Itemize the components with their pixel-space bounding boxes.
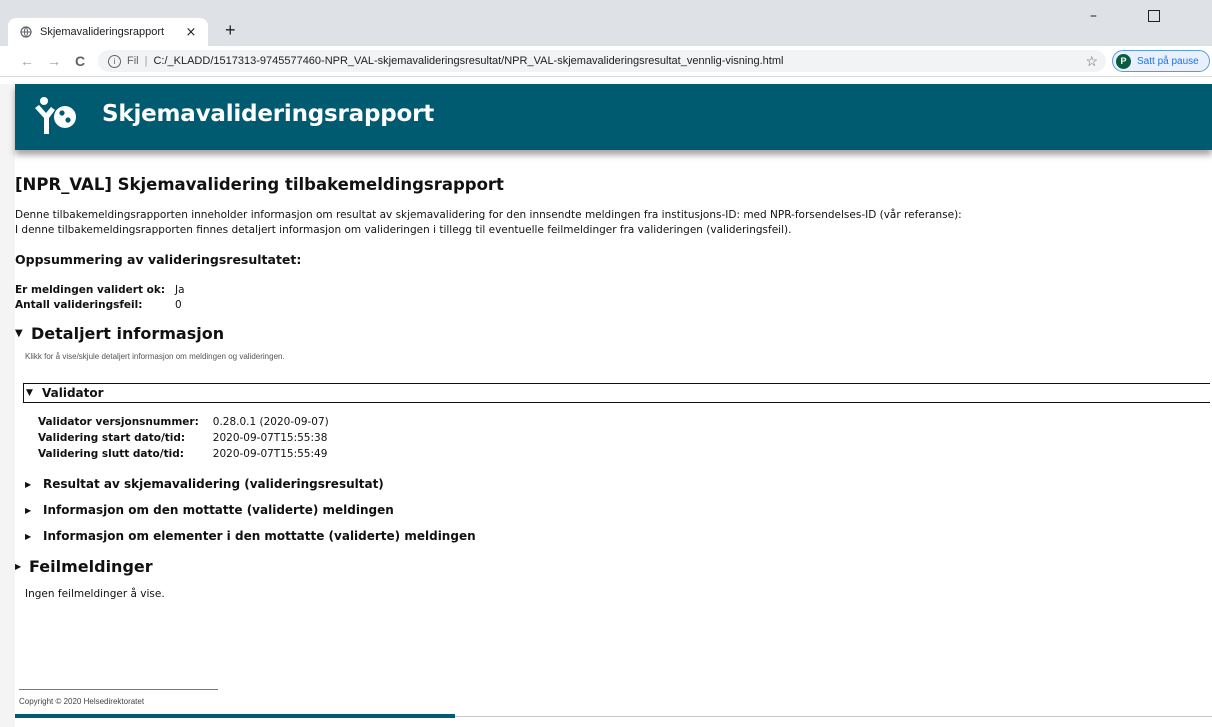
- validator-value: 0.28.0.1 (2020-09-07): [212, 416, 329, 428]
- browser-tab[interactable]: Skjemavalideringsrapport ×: [8, 18, 208, 46]
- triangle-right-icon: ▶: [15, 562, 22, 571]
- details-hint: Klikk for å vise/skjule detaljert inform…: [25, 352, 285, 361]
- triangle-right-icon: ▶: [25, 479, 32, 489]
- tab-close-icon[interactable]: ×: [182, 25, 200, 40]
- window-left-edge: [0, 84, 15, 727]
- summary-value: 0: [175, 299, 182, 311]
- info-icon[interactable]: i: [108, 54, 121, 68]
- page-title: [NPR_VAL] Skjemavalidering tilbakemeldin…: [15, 175, 504, 194]
- browser-tab-strip: Skjemavalideringsrapport × + –: [0, 0, 1212, 46]
- profile-status-label: Satt på pause: [1137, 55, 1199, 67]
- url-text[interactable]: C:/_KLADD/1517313-9745577460-NPR_VAL-skj…: [153, 55, 783, 67]
- bookmark-star-icon[interactable]: ☆: [1085, 53, 1098, 70]
- summary-value: Ja: [175, 284, 185, 296]
- details-toggle[interactable]: ▼ Detaljert informasjon: [15, 324, 1205, 343]
- summary-heading: Oppsummering av valideringsresultatet:: [15, 252, 302, 267]
- profile-button[interactable]: P Satt på pause: [1112, 50, 1210, 72]
- validator-heading: Validator: [42, 386, 104, 400]
- report-content: [NPR_VAL] Skjemavalidering tilbakemeldin…: [15, 175, 1210, 600]
- validator-value: 2020-09-07T15:55:49: [212, 448, 328, 460]
- table-row: Er meldingen validert ok: Ja: [15, 284, 185, 299]
- report-banner: Skjemavalideringsrapport: [15, 84, 1212, 150]
- summary-table: Er meldingen validert ok: Ja Antall vali…: [15, 284, 185, 314]
- back-arrow-icon[interactable]: ←: [20, 53, 34, 69]
- errors-heading: Feilmeldinger: [29, 557, 153, 576]
- subsection-toggle-message-info[interactable]: ▶ Informasjon om den mottatte (validerte…: [25, 503, 1205, 517]
- subsection-heading: Resultat av skjemavalidering (validering…: [43, 477, 384, 491]
- subsection-toggle-elements[interactable]: ▶ Informasjon om elementer i den mottatt…: [25, 529, 1205, 543]
- validator-label: Validering start dato/tid:: [38, 432, 186, 444]
- footer-copyright: Copyright © 2020 Helsedirektoratet: [19, 697, 145, 706]
- new-tab-button[interactable]: +: [225, 20, 236, 41]
- browser-toolbar: ← → C i Fil | C:/_KLADD/1517313-97455774…: [0, 46, 1212, 77]
- intro-line: Denne tilbakemeldingsrapporten inneholde…: [15, 209, 962, 221]
- table-row: Antall valideringsfeil: 0: [15, 299, 185, 314]
- globe-icon: [20, 26, 32, 38]
- reload-icon[interactable]: C: [75, 53, 85, 69]
- bottom-divider: [455, 716, 1212, 717]
- summary-label: Er meldingen validert ok:: [15, 284, 166, 296]
- summary-label: Antall valideringsfeil:: [15, 299, 143, 311]
- tab-title: Skjemavalideringsrapport: [40, 26, 165, 38]
- table-row: Validering slutt dato/tid: 2020-09-07T15…: [38, 448, 329, 464]
- url-scheme-label: Fil: [127, 55, 139, 67]
- triangle-down-icon: ▼: [26, 388, 33, 398]
- url-separator: |: [144, 55, 148, 67]
- triangle-right-icon: ▶: [25, 505, 32, 515]
- bottom-accent-bar: [15, 714, 455, 718]
- subsection-heading: Informasjon om den mottatte (validerte) …: [43, 503, 394, 517]
- forward-arrow-icon[interactable]: →: [47, 53, 61, 69]
- triangle-right-icon: ▶: [25, 531, 32, 541]
- helsedirektoratet-logo-icon: [33, 96, 77, 138]
- table-row: Validator versjonsnummer: 0.28.0.1 (2020…: [38, 416, 329, 432]
- minimize-button[interactable]: –: [1090, 8, 1097, 24]
- validator-label: Validering slutt dato/tid:: [38, 448, 184, 460]
- footer-divider: [19, 689, 218, 690]
- validator-label: Validator versjonsnummer:: [38, 416, 199, 428]
- address-bar[interactable]: i Fil | C:/_KLADD/1517313-9745577460-NPR…: [98, 50, 1106, 72]
- intro-text: Denne tilbakemeldingsrapporten inneholde…: [15, 208, 1205, 238]
- banner-title: Skjemavalideringsrapport: [102, 101, 435, 127]
- maximize-button[interactable]: [1148, 10, 1160, 22]
- no-errors-message: Ingen feilmeldinger å vise.: [25, 588, 165, 600]
- validator-value: 2020-09-07T15:55:38: [212, 432, 328, 444]
- errors-toggle[interactable]: ▶ Feilmeldinger: [15, 557, 1205, 576]
- details-heading: Detaljert informasjon: [31, 324, 225, 343]
- triangle-down-icon: ▼: [15, 328, 23, 339]
- validator-toggle[interactable]: ▼ Validator: [23, 383, 1210, 403]
- subsection-toggle-result[interactable]: ▶ Resultat av skjemavalidering (valideri…: [25, 477, 1205, 491]
- intro-line: I denne tilbakemeldingsrapporten finnes …: [15, 224, 792, 236]
- table-row: Validering start dato/tid: 2020-09-07T15…: [38, 432, 329, 448]
- validator-table: Validator versjonsnummer: 0.28.0.1 (2020…: [38, 416, 329, 464]
- subsection-heading: Informasjon om elementer i den mottatte …: [43, 529, 476, 543]
- avatar: P: [1116, 53, 1131, 69]
